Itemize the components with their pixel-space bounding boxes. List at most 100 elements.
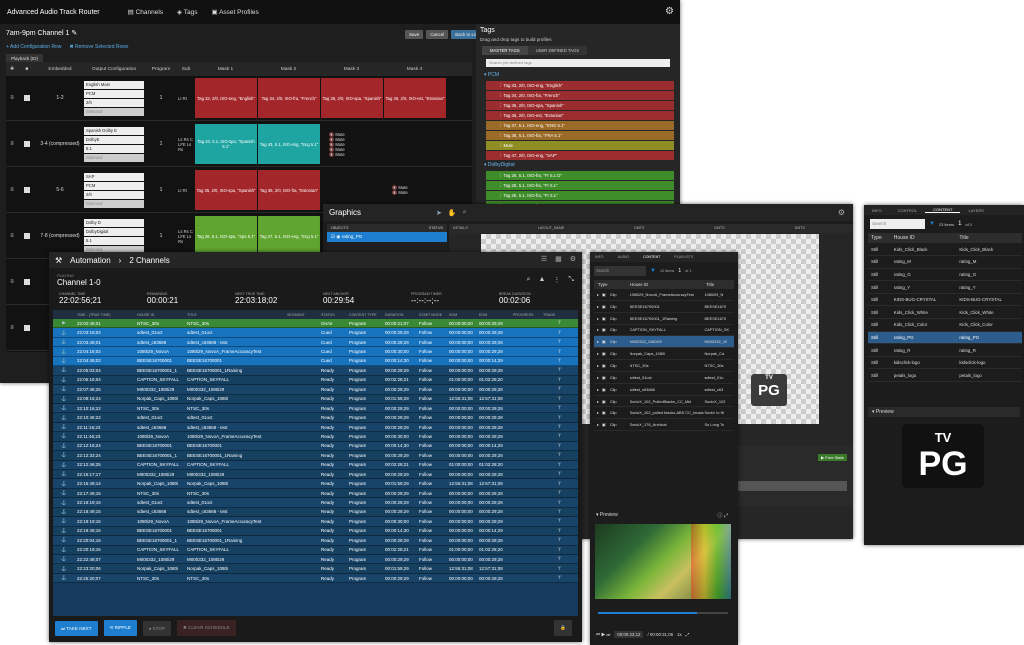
collapse-icon[interactable]: ⤡: [568, 276, 574, 284]
transition-icon[interactable]: ⊤: [541, 566, 578, 572]
gear-icon[interactable]: ⚙: [665, 6, 674, 17]
row-checkbox[interactable]: [24, 95, 30, 101]
remove-selected-rows-link[interactable]: ✖ Remove Selected Rows: [69, 44, 128, 50]
output-config-field[interactable]: DolbyE: [84, 135, 144, 144]
mask-cell[interactable]: Tag 35, 2/0, ISO-spa, "Spanish": [195, 170, 257, 210]
transition-icon[interactable]: ⊤: [541, 556, 578, 562]
content-row[interactable]: Still Kids_Click_White Kids_Click_White: [868, 305, 1022, 320]
mask-cell[interactable]: [384, 124, 446, 164]
playlist-row[interactable]: ⚓ 22:18:19;16 sdtest_01oct sdtest_01oct Read…: [53, 498, 578, 508]
tag-item[interactable]: ⋮ Tag 28, 5.1, ISO-fra, "Fr 5.1": [486, 181, 674, 190]
expand-icon[interactable]: ▸: [594, 387, 602, 392]
playlist-row[interactable]: ⚓ 22:17:49;15 NTSC_30s NTSC_30s Ready Program…: [53, 488, 578, 499]
output-config-field[interactable]: 5.1: [84, 236, 144, 245]
drag-handle-icon[interactable]: ≡: [6, 95, 18, 101]
row-checkbox[interactable]: [24, 279, 30, 285]
playlist-row[interactable]: ⚓ 22:12:33;24 BEESE16700001_1 BEESE16700001…: [53, 451, 578, 461]
playlist-row[interactable]: ▶ 22:02:48;01 NTSC_30s NTSC_30s OnAir Program…: [53, 319, 578, 329]
tab-info[interactable]: INFO: [595, 255, 604, 259]
output-config-field[interactable]: 2/0: [84, 98, 144, 107]
output-config-field[interactable]: SAP: [84, 172, 144, 181]
tab-info[interactable]: INFO: [864, 208, 890, 213]
playlist-row[interactable]: ⚓ 22:23:20;06 Norpak_Caps_1080i Norpak_Caps…: [53, 564, 578, 574]
tab-content[interactable]: CONTENT: [643, 255, 660, 259]
output-config-field[interactable]: DolbyDigital: [84, 227, 144, 236]
row-checkbox[interactable]: [24, 233, 30, 239]
output-config-field[interactable]: 2/0: [84, 190, 144, 199]
playlist-row[interactable]: ⚓ 22:19:49;16 BEESE16700001 BEESE16700001 Re…: [53, 526, 578, 537]
transition-icon[interactable]: ⊤: [541, 396, 578, 402]
speed-label[interactable]: 1x: [677, 632, 682, 637]
mask-cell[interactable]: Tag 43, 5.1, ISO-spa, "Spanish 5.1": [195, 124, 257, 164]
expand-icon[interactable]: ▸: [594, 410, 602, 415]
asset-row[interactable]: ▸ ▣ Clip BEESE16700001_1Raining BEESE1670: [594, 313, 734, 325]
filter-icon[interactable]: ▼: [929, 221, 935, 227]
ripple-button[interactable]: ⟲ RIPPLE: [103, 620, 137, 636]
transition-icon[interactable]: ⊤: [541, 452, 578, 458]
content-row[interactable]: Still rating_M rating_M: [868, 255, 1022, 269]
transition-icon[interactable]: ⊤: [541, 339, 578, 345]
expand-icon[interactable]: ▸: [594, 327, 602, 332]
tag-item[interactable]: ⋮ Tag 34, 2/0, ISO-fra, "French": [486, 91, 674, 100]
lock-icon[interactable]: 🔒: [554, 620, 572, 636]
mask-cell[interactable]: Tag 43, 5.1, ISO-eng, "Eng 5.1": [258, 124, 320, 164]
output-config-field[interactable]: PCM: [84, 89, 144, 98]
playlist-row[interactable]: ⚓ 22:04:48;02 BEESE16700001 BEESE16700001 Cu…: [53, 356, 578, 367]
zoom-icon[interactable]: ⌕: [463, 209, 467, 217]
content-row[interactable]: Still petals_logo petals_logo: [868, 368, 1022, 383]
tag-item[interactable]: ⋮ Tag 37, 5.1, ISO-eng, "ENG 5.1": [486, 121, 674, 130]
cancel-button[interactable]: Cancel: [426, 30, 449, 39]
transition-icon[interactable]: ⊤: [541, 471, 578, 477]
tab-master-tags[interactable]: MASTER TAGS: [482, 46, 528, 55]
gear-icon[interactable]: ⚙: [838, 208, 845, 217]
transition-icon[interactable]: ⊤: [541, 500, 578, 506]
grid-view-icon[interactable]: ▦: [555, 255, 562, 263]
fullscreen-icon[interactable]: ⤢: [686, 632, 690, 637]
info-icon[interactable]: ⓘ ⤢: [718, 512, 728, 519]
playlist-row[interactable]: ⚓ 22:03:18;02 sdtest_01oct sdtest_01oct Cued…: [53, 328, 578, 338]
playlist-row[interactable]: ⚓ 22:11:16;23 sdtest_c63668 sdtest_c63668 -…: [53, 422, 578, 433]
transition-icon[interactable]: ⊤: [541, 424, 578, 430]
tag-item[interactable]: ⋮ Mute: [486, 141, 674, 150]
timeline-track[interactable]: [737, 481, 847, 491]
expand-icon[interactable]: ▸: [594, 399, 602, 404]
drag-handle-icon[interactable]: ≡: [6, 187, 18, 193]
assets-search-input[interactable]: Search: [594, 266, 646, 276]
content-row[interactable]: Still rating_Y rating_Y: [868, 280, 1022, 294]
tab-control[interactable]: CONTROL: [890, 208, 926, 213]
output-config-field[interactable]: 5.1: [84, 144, 144, 153]
tv-rating-graphic[interactable]: TV PG: [751, 374, 787, 406]
transition-icon[interactable]: ⊤: [541, 330, 578, 336]
asset-row[interactable]: ▸ ▣ Clip SonicX_178_Archival So Long To: [594, 419, 734, 432]
tag-item[interactable]: ⋮ Tag 35, 2/0, ISO-spa, "Spanish": [486, 101, 674, 110]
asset-row[interactable]: ▸ ▣ Clip Norpak_Caps_1080i Norpak_Ca: [594, 348, 734, 361]
asset-row[interactable]: ▸ ▣ Clip BEESE16700001 BEESE1670: [594, 301, 734, 313]
transition-icon[interactable]: ⊤: [541, 481, 578, 487]
asset-row[interactable]: ▸ ▣ Clip NTSC_30s NTSC_30s: [594, 360, 734, 372]
more-icon[interactable]: ⋮: [553, 276, 560, 284]
asset-row[interactable]: ▸ ▣ Clip SonicX_102_PulledBlacks_CC_Mkt Soni…: [594, 396, 734, 408]
add-row-icon[interactable]: ✚: [6, 67, 18, 72]
tab-audio[interactable]: AUDIO: [618, 255, 629, 259]
transition-icon[interactable]: ⊤: [541, 509, 578, 515]
output-config-field[interactable]: Spanish Dolby E: [84, 126, 144, 135]
row-checkbox[interactable]: [24, 141, 30, 147]
playlist-row[interactable]: ⚓ 22:11:46;23 1080i29_NovoA 1080i29_NovoA_F…: [53, 432, 578, 442]
tag-item[interactable]: ⋮ Tag 28, 5.1, ISO-fra, "Fr 5.1": [486, 191, 674, 200]
tag-item[interactable]: ⋮ Tag 28, 5.1, ISO-fra, "Fr 5.1 D": [486, 171, 674, 180]
transition-icon[interactable]: ⊤: [541, 490, 578, 496]
drag-handle-icon[interactable]: ≡: [6, 279, 18, 285]
transition-icon[interactable]: ⊤: [541, 443, 578, 449]
row-checkbox[interactable]: [24, 325, 30, 331]
asset-row[interactable]: ▸ ▣ Clip SonicX_102_pulled blacks-ABS CC_he…: [594, 407, 734, 420]
mask-cell[interactable]: Tag 27, 5.1, ISO-eng, "Eng 5.1": [258, 216, 320, 256]
transition-icon[interactable]: ⊤: [541, 433, 578, 439]
content-row[interactable]: Still Kids_Click_Color Kids_Click_Color: [868, 318, 1022, 332]
mask-cell[interactable]: Tag 33, 2/0, ISO-eng, "English": [195, 78, 257, 118]
playlist-row[interactable]: ⚓ 22:10:16;22 NTSC_30s NTSC_30s Ready Program…: [53, 403, 578, 414]
nav-channels[interactable]: ▤ Channels: [128, 8, 163, 16]
playlist-row[interactable]: ⚓ 22:10:46;22 sdtest_01oct sdtest_01oct Read…: [53, 413, 578, 423]
playlist-row[interactable]: ⚓ 22:19:19;16 1080i29_NovoA 1080i29_NovoA_F…: [53, 517, 578, 527]
drag-handle-icon[interactable]: ≡: [6, 233, 18, 239]
output-config-field[interactable]: Selected: [84, 153, 144, 162]
